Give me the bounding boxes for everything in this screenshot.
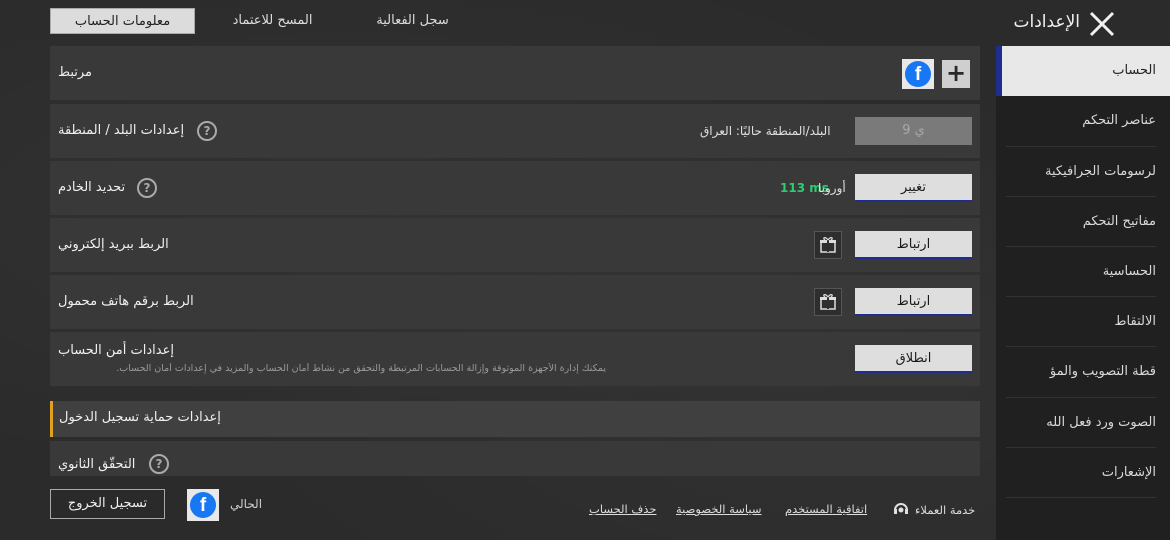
tab-activity-log[interactable]: سجل الفعالية (350, 8, 475, 34)
sidebar-divider (1006, 146, 1156, 147)
server-row: ? تحديد الخادم 113 ms أوروبا تغيير (50, 161, 980, 215)
delete-account-link[interactable]: حذف الحساب (589, 502, 656, 516)
link-phone-button[interactable]: ارتباط (855, 288, 972, 316)
help-icon[interactable]: ? (197, 121, 217, 141)
sidebar-divider (1006, 447, 1156, 448)
sidebar-item-sensitivity[interactable]: الحساسية (996, 247, 1170, 297)
sidebar-divider (1006, 397, 1156, 398)
sidebar-item-account[interactable]: الحساب (996, 46, 1170, 96)
link-email-button[interactable]: ارتباط (855, 231, 972, 259)
sidebar-item-notifications[interactable]: الإشعارات (996, 448, 1170, 498)
current-region-text: البلد/المنطقة حاليًا: العراق (700, 124, 831, 138)
security-description: يمكنك إدارة الأجهزة الموثوقة وإزالة الحس… (116, 363, 606, 374)
sidebar-item-pickup[interactable]: الالتقاط (996, 297, 1170, 347)
region-change-button[interactable]: 9 ي (855, 117, 972, 145)
gift-icon[interactable] (814, 288, 842, 316)
user-agreement-link[interactable]: اتفاقية المستخدم (785, 502, 867, 516)
linked-row: مرتبط f + (50, 46, 980, 100)
security-label: إعدادات أمن الحساب (58, 343, 174, 358)
logout-button[interactable]: تسجيل الخروج (50, 489, 165, 519)
current-account-label: الحالي (230, 497, 263, 511)
facebook-icon: f (190, 492, 216, 518)
sidebar-item-keys[interactable]: مفاتيح التحكم (996, 197, 1170, 247)
sidebar-divider (1006, 346, 1156, 347)
tab-scan-auth[interactable]: المسح للاعتماد (200, 8, 345, 34)
support-icon[interactable] (891, 499, 911, 519)
email-label: الربط ببريد إلكتروني (58, 237, 169, 252)
sidebar-item-audio[interactable]: الصوت ورد فعل الله (996, 398, 1170, 448)
region-label: إعدادات البلد / المنطقة (58, 123, 185, 138)
security-go-button[interactable]: انطلاق (855, 345, 972, 373)
tab-account-info[interactable]: معلومات الحساب (50, 8, 195, 34)
customer-service-link[interactable]: خدمة العملاء (915, 503, 975, 517)
login-protection-header: إعدادات حماية تسجيل الدخول (50, 401, 980, 437)
login-protection-label: إعدادات حماية تسجيل الدخول (59, 410, 221, 425)
facebook-linked-badge: f (902, 59, 934, 89)
sidebar-divider (1006, 196, 1156, 197)
facebook-icon: f (905, 61, 931, 87)
sidebar-divider (1006, 296, 1156, 297)
sidebar-item-crosshair[interactable]: قطة التصويب والمؤ (996, 347, 1170, 397)
sidebar-divider (1006, 497, 1156, 498)
phone-label: الربط برقم هاتف محمول (58, 294, 194, 309)
email-row: الربط ببريد إلكتروني ارتباط (50, 218, 980, 272)
server-label: تحديد الخادم (58, 180, 126, 195)
help-icon[interactable]: ? (149, 454, 169, 474)
server-name: أوروبا (818, 181, 846, 195)
phone-row: الربط برقم هاتف محمول ارتباط (50, 275, 980, 329)
sidebar-divider (1006, 246, 1156, 247)
region-row: ? إعدادات البلد / المنطقة البلد/المنطقة … (50, 104, 980, 158)
close-icon (1089, 11, 1115, 37)
privacy-policy-link[interactable]: سياسة الخصوصية (676, 502, 762, 516)
help-icon[interactable]: ? (137, 178, 157, 198)
close-button[interactable] (1086, 8, 1118, 40)
page-title: الإعدادات (1013, 12, 1080, 32)
settings-sidebar: الحساب عناصر التحكم لرسومات الجرافيكية م… (996, 46, 1170, 540)
security-row: إعدادات أمن الحساب يمكنك إدارة الأجهزة ا… (50, 332, 980, 386)
change-server-button[interactable]: تغيير (855, 174, 972, 202)
gift-icon[interactable] (814, 231, 842, 259)
two-step-row: ? التحقّق الثانوي (50, 441, 980, 476)
current-facebook-badge: f (187, 489, 219, 521)
add-link-button[interactable]: + (942, 60, 970, 88)
linked-label: مرتبط (58, 65, 93, 80)
sidebar-item-controls[interactable]: عناصر التحكم (996, 96, 1170, 146)
sidebar-item-graphics[interactable]: لرسومات الجرافيكية (996, 147, 1170, 197)
two-step-label: التحقّق الثانوي (58, 457, 136, 472)
